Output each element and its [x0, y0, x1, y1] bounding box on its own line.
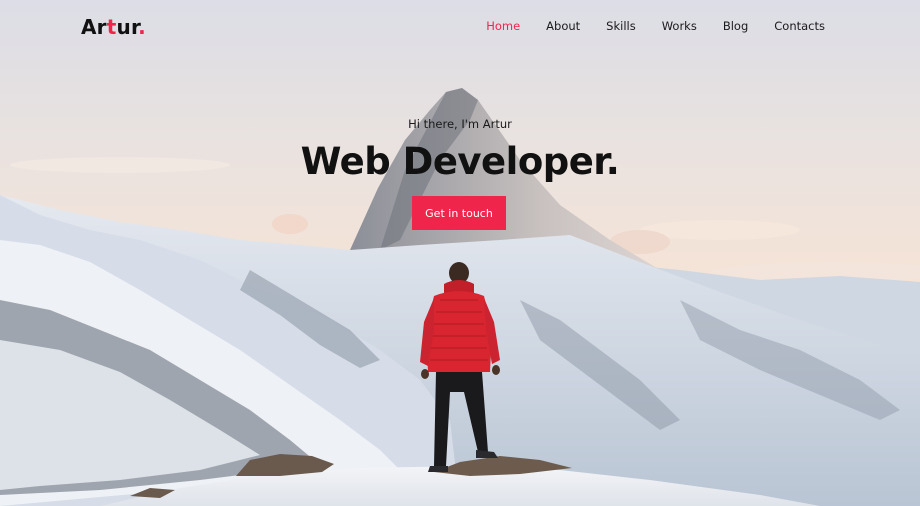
logo-text-end: ur	[116, 15, 139, 39]
hero-headline: Web Developer.	[300, 140, 620, 183]
logo-accent-letter: t	[106, 15, 117, 39]
get-in-touch-button[interactable]: Get in touch	[412, 196, 506, 230]
logo-text-start: Ar	[81, 15, 107, 39]
nav-home[interactable]: Home	[486, 19, 520, 33]
main-navigation: Home About Skills Works Blog Contacts	[460, 19, 825, 33]
site-logo[interactable]: Artur.	[81, 15, 146, 39]
nav-blog[interactable]: Blog	[723, 19, 748, 33]
nav-about[interactable]: About	[546, 19, 580, 33]
logo-dot: .	[138, 15, 146, 39]
nav-contacts[interactable]: Contacts	[774, 19, 825, 33]
nav-works[interactable]: Works	[662, 19, 697, 33]
hero-intro-text: Hi there, I'm Artur	[408, 117, 512, 131]
nav-skills[interactable]: Skills	[606, 19, 636, 33]
hiker-figure	[420, 262, 500, 472]
hero-background	[0, 0, 920, 506]
